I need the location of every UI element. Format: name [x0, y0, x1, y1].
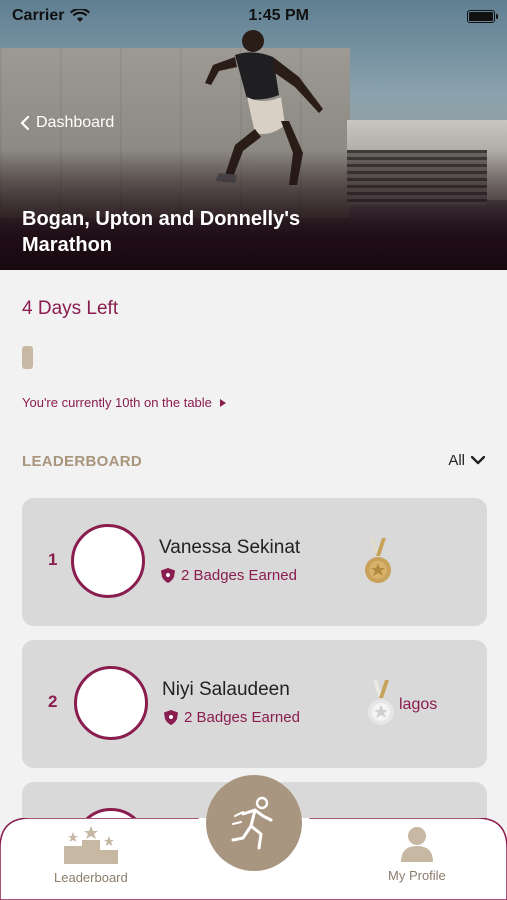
- battery-icon: [466, 9, 498, 23]
- leaderboard-heading: LEADERBOARD: [22, 453, 142, 470]
- avatar: [71, 524, 145, 598]
- participant-name: Niyi Salaudeen: [162, 679, 290, 700]
- clock: 1:45 PM: [248, 7, 309, 24]
- filter-label: All: [448, 452, 465, 469]
- status-bar: Carrier 1:45 PM: [0, 0, 507, 32]
- runner-icon: [231, 796, 273, 850]
- badges-label: 2 Badges Earned: [181, 567, 297, 584]
- shield-badge-icon: [161, 568, 175, 583]
- chevron-down-icon: [471, 456, 485, 465]
- rank-link[interactable]: You're currently 10th on the table: [22, 395, 226, 410]
- participant-city: lagos: [399, 696, 438, 713]
- nav-my-profile[interactable]: My Profile: [388, 826, 446, 883]
- rank-text: You're currently 10th on the table: [22, 395, 212, 410]
- profile-icon: [400, 827, 433, 862]
- avatar: [74, 666, 148, 740]
- nav-my-profile-label: My Profile: [388, 868, 446, 883]
- chevron-left-icon: [20, 116, 30, 130]
- podium-icon: [63, 826, 118, 864]
- badges-label: 2 Badges Earned: [184, 709, 300, 726]
- page-title: Bogan, Upton and Donnelly's Marathon: [22, 208, 301, 256]
- nav-leaderboard[interactable]: Leaderboard: [54, 826, 128, 885]
- nav-leaderboard-label: Leaderboard: [54, 870, 128, 885]
- filter-dropdown[interactable]: All: [448, 452, 485, 469]
- back-label: Dashboard: [36, 114, 115, 131]
- leaderboard-card[interactable]: 1 Vanessa Sekinat 2 Badges Earned: [22, 498, 487, 626]
- rank-number: 1: [48, 550, 58, 569]
- days-left-label: 4 Days Left: [22, 298, 119, 319]
- run-action-button[interactable]: [206, 775, 302, 871]
- medal-icon: [368, 680, 394, 725]
- chevron-right-icon: [219, 398, 226, 407]
- wifi-icon: [70, 9, 91, 22]
- badges-earned: 2 Badges Earned: [164, 709, 300, 726]
- carrier-label: Carrier: [12, 7, 65, 24]
- rank-number: 2: [48, 692, 58, 711]
- progress-bar: [22, 346, 33, 369]
- back-button[interactable]: Dashboard: [20, 114, 114, 132]
- badges-earned: 2 Badges Earned: [161, 567, 297, 584]
- leaderboard-card[interactable]: 2 Niyi Salaudeen 2 Badges Earned lagos: [22, 640, 487, 768]
- medal-icon: [365, 538, 391, 583]
- participant-name: Vanessa Sekinat: [159, 537, 301, 558]
- shield-badge-icon: [164, 710, 178, 725]
